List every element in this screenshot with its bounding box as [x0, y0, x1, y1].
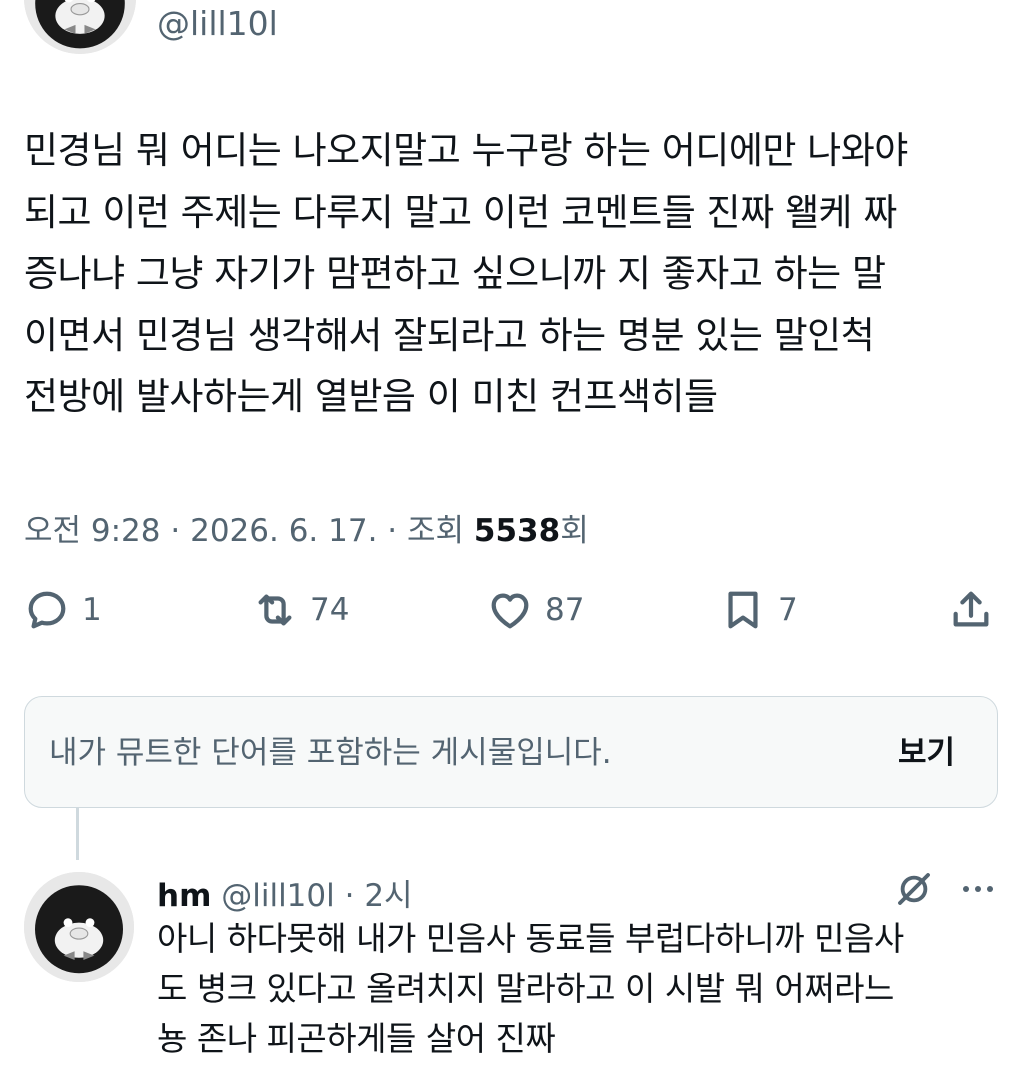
reply-author-handle[interactable]: @lill10l — [221, 878, 335, 914]
reply-author-name[interactable]: hm — [157, 878, 211, 914]
meta-separator: · — [170, 513, 181, 549]
thread-connector — [76, 808, 79, 860]
view-muted-button[interactable]: 보기 — [898, 727, 955, 772]
tweet-time[interactable]: 오전 9:28 — [24, 513, 161, 549]
views-count[interactable]: 5538 — [474, 513, 560, 549]
like-count: 87 — [545, 592, 585, 628]
reply-count: 1 — [82, 592, 102, 628]
reply-text: 아니 하다못해 내가 민음사 동료들 부럽다하니까 민음사 도 병크 있다고 올… — [157, 919, 904, 1058]
reply-time[interactable]: 2시 — [364, 878, 412, 914]
retweet-button[interactable]: 74 — [252, 585, 349, 635]
tweet-date[interactable]: 2026. 6. 17. — [190, 513, 377, 549]
author-handle[interactable]: @lill10l — [157, 4, 278, 43]
retweet-icon — [258, 594, 292, 626]
reply-header: hm @lill10l · 2시 — [157, 870, 413, 915]
bookmark-button[interactable]: 7 — [720, 585, 798, 635]
muted-post-notice: 내가 뮤트한 단어를 포함하는 게시물입니다. 보기 — [24, 696, 998, 808]
meta-separator: · — [387, 513, 398, 549]
grok-icon[interactable] — [893, 868, 935, 910]
retweet-count: 74 — [310, 592, 350, 628]
header-separator: · — [344, 878, 355, 914]
bookmark-count: 7 — [778, 592, 798, 628]
views-suffix: 회 — [560, 513, 589, 549]
muted-notice-text: 내가 뮤트한 단어를 포함하는 게시물입니다. — [49, 735, 612, 771]
share-icon — [953, 591, 989, 627]
reply-icon — [28, 591, 66, 629]
more-icon[interactable] — [958, 874, 998, 904]
like-button[interactable]: 87 — [487, 585, 584, 635]
views-label: 조회 — [407, 513, 465, 549]
heart-icon — [491, 593, 529, 629]
reply-button[interactable]: 1 — [24, 585, 102, 635]
bookmark-icon — [728, 591, 758, 629]
tweet-text: 민경님 뭐 어디는 나오지말고 누구랑 하는 어디에만 나와야 되고 이런 주제… — [24, 129, 908, 418]
author-avatar[interactable] — [24, 0, 136, 54]
tweet-meta: 오전 9:28 · 2026. 6. 17. · 조회 5538회 — [24, 505, 589, 550]
share-button[interactable] — [948, 585, 994, 635]
reply-avatar[interactable] — [24, 872, 134, 982]
